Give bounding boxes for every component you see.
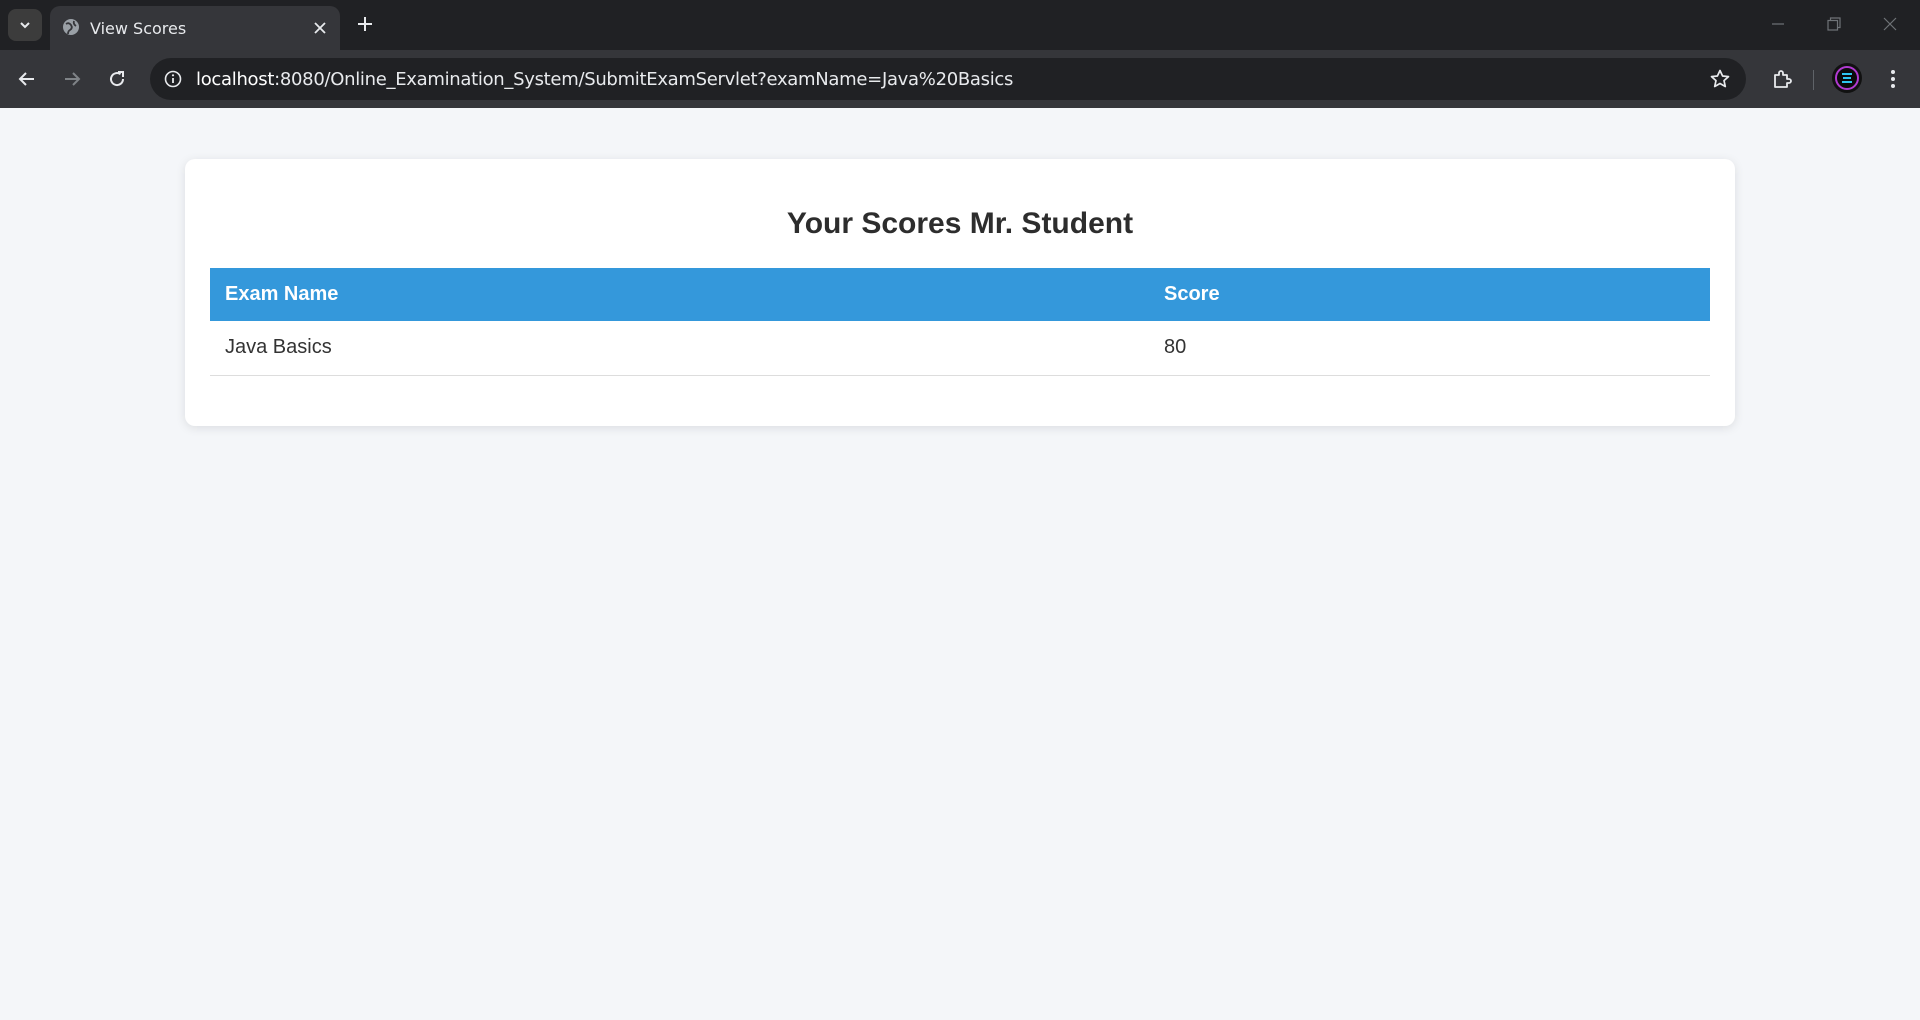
info-icon — [164, 70, 182, 88]
url-text: localhost:8080/Online_Examination_System… — [196, 69, 1013, 90]
arrow-left-icon — [18, 72, 34, 86]
bookmark-button[interactable] — [1708, 67, 1732, 91]
browser-tabstrip: View Scores — [0, 0, 1920, 50]
table-row: Java Basics 80 — [210, 321, 1710, 376]
chevron-down-icon — [20, 22, 30, 29]
column-header-score: Score — [1149, 268, 1710, 321]
extensions-button[interactable] — [1766, 62, 1800, 96]
minimize-button[interactable] — [1750, 0, 1806, 48]
star-icon — [1710, 69, 1730, 88]
exam-name-cell: Java Basics — [210, 321, 1149, 376]
profile-avatar[interactable] — [1832, 63, 1862, 93]
plus-icon — [358, 17, 372, 31]
tab-close-button[interactable] — [310, 18, 330, 38]
more-vert-icon — [1891, 70, 1895, 88]
new-tab-button[interactable] — [352, 11, 378, 37]
url-path: :8080/Online_Examination_System/SubmitEx… — [274, 69, 1014, 90]
reload-button[interactable] — [100, 62, 134, 96]
score-cell: 80 — [1149, 321, 1710, 376]
url-host: localhost — [196, 69, 275, 90]
puzzle-icon — [1774, 70, 1792, 88]
reload-icon — [110, 71, 125, 87]
close-window-button[interactable] — [1862, 0, 1918, 48]
forward-button[interactable] — [55, 62, 89, 96]
browser-toolbar: localhost:8080/Online_Examination_System… — [0, 50, 1920, 108]
tab-search-button[interactable] — [8, 9, 42, 41]
arrow-right-icon — [65, 72, 81, 86]
scores-table: Exam Name Score Java Basics 80 — [210, 268, 1710, 376]
globe-icon — [63, 19, 79, 35]
minimize-icon — [1772, 23, 1784, 25]
toolbar-divider — [1813, 70, 1814, 90]
table-header-row: Exam Name Score — [210, 268, 1710, 321]
close-icon — [1883, 17, 1897, 31]
restore-button[interactable] — [1806, 0, 1862, 48]
address-bar[interactable]: localhost:8080/Online_Examination_System… — [150, 58, 1746, 100]
back-button[interactable] — [10, 62, 44, 96]
column-header-exam-name: Exam Name — [210, 268, 1149, 321]
site-info-button[interactable] — [160, 66, 186, 92]
tab-title: View Scores — [90, 19, 187, 38]
avatar-icon — [1835, 66, 1859, 90]
restore-icon — [1827, 17, 1841, 31]
browser-menu-button[interactable] — [1876, 62, 1910, 96]
page-title: Your Scores Mr. Student — [786, 207, 1134, 240]
tab-view-scores[interactable]: View Scores — [50, 6, 340, 50]
close-icon — [314, 22, 326, 34]
scores-card: Your Scores Mr. Student Exam Name Score … — [185, 159, 1735, 426]
